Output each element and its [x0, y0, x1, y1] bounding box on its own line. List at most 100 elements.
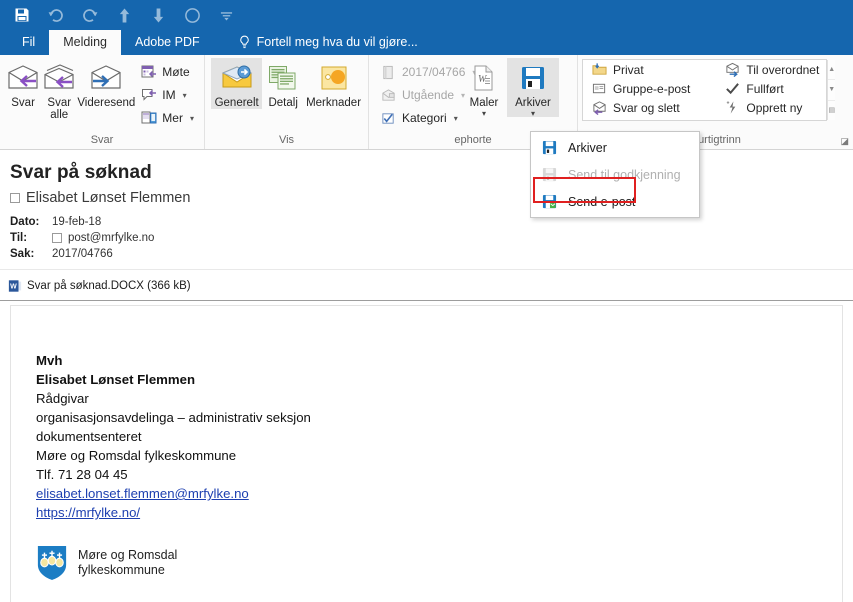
general-button[interactable]: Generelt	[211, 58, 263, 109]
menu-item-arkiver[interactable]: Arkiver	[531, 134, 699, 161]
meeting-button[interactable]: Møte	[135, 61, 199, 83]
chevron-down-icon[interactable]: ▾	[482, 110, 486, 118]
field-value: post@mrfylke.no	[68, 232, 155, 244]
archive-email-icon	[541, 193, 558, 210]
outgoing-label: Utgående	[402, 88, 455, 102]
private-folder-icon	[591, 62, 607, 78]
case-icon	[380, 64, 397, 81]
menu-item-label: Arkiver	[568, 140, 607, 155]
gallery-more[interactable]: ▤	[828, 101, 835, 120]
email-link[interactable]: elisabet.lonset.flemmen@mrfylke.no	[36, 486, 249, 501]
recipient-checkbox[interactable]	[52, 233, 62, 243]
body-line: organisasjonsavdelinga – administrativ s…	[36, 410, 311, 425]
logo-line-1: Møre og Romsdal	[78, 548, 178, 562]
more-label: Mer	[162, 111, 183, 125]
to-manager-icon	[724, 62, 740, 78]
previous-item-icon[interactable]	[114, 5, 134, 25]
quick-step-label: Gruppe-e-post	[613, 81, 691, 96]
attachment-bar[interactable]: W Svar på søknad.DOCX (366 kB)	[0, 277, 853, 295]
dialog-launcher-icon[interactable]: ◪	[840, 136, 849, 147]
quick-step-label: Fullført	[746, 81, 784, 96]
reply-label: Svar	[11, 97, 35, 109]
gallery-scroll-down[interactable]: ▼	[828, 80, 836, 101]
gallery-scrollbar[interactable]: ▲ ▼ ▤	[827, 60, 836, 120]
quick-step-label: Opprett ny	[746, 100, 803, 115]
ribbon-group-title-svar: Svar	[90, 134, 114, 146]
case-number-button[interactable]: 2017/04766 ▾	[375, 61, 476, 83]
notes-button[interactable]: Merknader	[304, 58, 363, 109]
header-divider-bottom	[0, 300, 853, 301]
notes-label: Merknader	[306, 97, 362, 109]
lightbulb-icon	[239, 35, 249, 49]
website-link[interactable]: https://mrfylke.no/	[36, 505, 140, 520]
body-line: Møre og Romsdal fylkeskommune	[36, 448, 237, 463]
mail-body-panel: Mvh Elisabet Lønset Flemmen Rådgivar org…	[10, 305, 843, 602]
mail-body-content: Mvh Elisabet Lønset Flemmen Rådgivar org…	[11, 306, 842, 582]
undo-icon[interactable]	[46, 5, 66, 25]
tell-me-search[interactable]: Fortell meg hva du vil gjøre...	[228, 30, 428, 55]
forward-button[interactable]: Videresend	[77, 58, 135, 109]
meeting-icon	[140, 64, 157, 81]
signature-logo-text: Møre og Romsdal fylkeskommune	[78, 548, 177, 578]
details-label: Detalj	[268, 97, 298, 109]
quick-steps-gallery: Privat Gruppe-e-post Svar og slett Til o…	[582, 59, 836, 121]
field-label: Til:	[10, 232, 28, 244]
ribbon-tab-strip: Fil Melding Adobe PDF Fortell meg hva du…	[0, 30, 853, 55]
ribbon: Svar Svar alle Videresend Møte IM ▾ Mer …	[0, 55, 853, 150]
body-line: dokumentsenteret	[36, 429, 142, 444]
sender-row: Elisabet Lønset Flemmen	[10, 190, 853, 206]
quick-step-svar-og-slett[interactable]: Svar og slett	[583, 98, 698, 117]
sender-name: Elisabet Lønset Flemmen	[26, 190, 191, 206]
mail-fields: Dato: 19-feb-18 Til: post@mrfylke.no Sak…	[10, 214, 853, 262]
archive-icon	[519, 62, 547, 94]
outgoing-button[interactable]: Utgående ▾	[375, 84, 465, 106]
quick-step-fullfort[interactable]: Fullført	[716, 79, 827, 98]
case-number-label: 2017/04766	[402, 65, 466, 79]
body-line: Elisabet Lønset Flemmen	[36, 372, 196, 387]
reply-button[interactable]: Svar	[5, 58, 41, 109]
word-doc-icon: W	[8, 279, 22, 293]
quick-step-gruppe-e-post[interactable]: Gruppe-e-post	[583, 79, 698, 98]
archive-button[interactable]: Arkiver ▾	[507, 58, 559, 118]
templates-label: Maler	[469, 97, 499, 109]
redo-icon[interactable]	[80, 5, 100, 25]
tab-fil[interactable]: Fil	[8, 30, 49, 55]
body-line: Mvh	[36, 353, 63, 368]
archive-label: Arkiver	[515, 97, 551, 109]
reply-all-button[interactable]: Svar alle	[41, 58, 77, 121]
save-icon[interactable]	[12, 5, 32, 25]
category-button[interactable]: Kategori ▾	[375, 107, 461, 129]
next-item-icon[interactable]	[148, 5, 168, 25]
forward-icon	[89, 62, 123, 94]
header-divider-top	[0, 269, 853, 270]
quick-step-label: Svar og slett	[613, 100, 680, 115]
page-title: Svar på søknad	[10, 162, 152, 183]
quick-step-opprett-ny[interactable]: Opprett ny	[716, 98, 827, 117]
archive-icon	[541, 139, 558, 156]
chevron-down-icon[interactable]: ▾	[531, 110, 535, 118]
circle-icon[interactable]	[182, 5, 202, 25]
customize-qat-icon[interactable]	[216, 5, 236, 25]
reply-all-label: Svar alle	[47, 97, 72, 121]
im-icon	[140, 87, 157, 104]
more-button[interactable]: Mer ▾	[135, 107, 199, 129]
attachment-name: Svar på søknad.DOCX (366 kB)	[27, 280, 191, 292]
gallery-scroll-up[interactable]: ▲	[828, 60, 836, 81]
details-button[interactable]: Detalj	[262, 58, 304, 109]
templates-button[interactable]: W Maler ▾	[461, 58, 507, 118]
tell-me-label: Fortell meg hva du vil gjøre...	[256, 35, 418, 49]
im-button[interactable]: IM ▾	[135, 84, 199, 106]
tab-adobe-pdf[interactable]: Adobe PDF	[121, 30, 214, 55]
logo-line-2: fylkeskommune	[78, 563, 165, 577]
body-line: Rådgivar	[36, 391, 89, 406]
quick-step-label: Til overordnet	[746, 62, 820, 77]
field-value-wrap: post@mrfylke.no	[52, 232, 154, 244]
create-new-icon	[724, 100, 740, 116]
sender-checkbox[interactable]	[10, 193, 20, 203]
menu-item-send-e-post[interactable]: Send e-post	[531, 188, 699, 215]
quick-step-privat[interactable]: Privat	[583, 60, 698, 79]
quick-step-til-overordnet[interactable]: Til overordnet	[716, 60, 827, 79]
tab-melding[interactable]: Melding	[49, 30, 121, 55]
notes-icon	[319, 62, 349, 94]
menu-item-label: Send e-post	[568, 194, 636, 209]
